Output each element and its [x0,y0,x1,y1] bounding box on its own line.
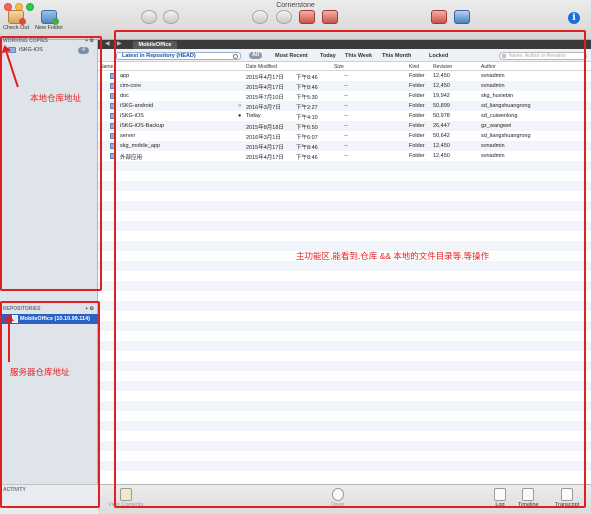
check-out-button[interactable]: Check Out [3,10,29,31]
add-button[interactable] [141,10,157,25]
add-icon [141,10,157,24]
server-repo-highlight [0,301,100,508]
delete-button[interactable] [431,10,447,25]
export-button[interactable] [454,10,470,25]
commit-icon [163,10,179,24]
column-name[interactable]: Name [100,64,113,70]
new-folder-icon [41,10,60,25]
new-folder-button[interactable]: New Folder [35,10,63,31]
export-icon [454,10,470,24]
main-area-highlight [114,30,586,508]
resolve-icon [299,10,315,24]
back-arrow-icon[interactable]: ◀ [105,40,110,49]
merge-button[interactable] [322,10,338,25]
revert-icon [276,10,292,24]
check-out-label: Check Out [3,25,29,31]
info-button[interactable]: i [568,12,580,24]
resolve-button[interactable] [299,10,315,25]
update-button[interactable] [252,10,268,25]
check-out-icon [7,10,26,25]
delete-icon [431,10,447,24]
commit-button[interactable] [163,10,179,25]
server-repo-arrow [4,314,14,362]
new-folder-label: New Folder [35,25,64,31]
clock-icon [252,10,268,24]
merge-icon [322,10,338,24]
revert-button[interactable] [276,10,292,25]
local-repo-highlight [0,36,102,291]
info-icon: i [568,12,580,24]
window-title: Cornerstone [276,2,315,9]
